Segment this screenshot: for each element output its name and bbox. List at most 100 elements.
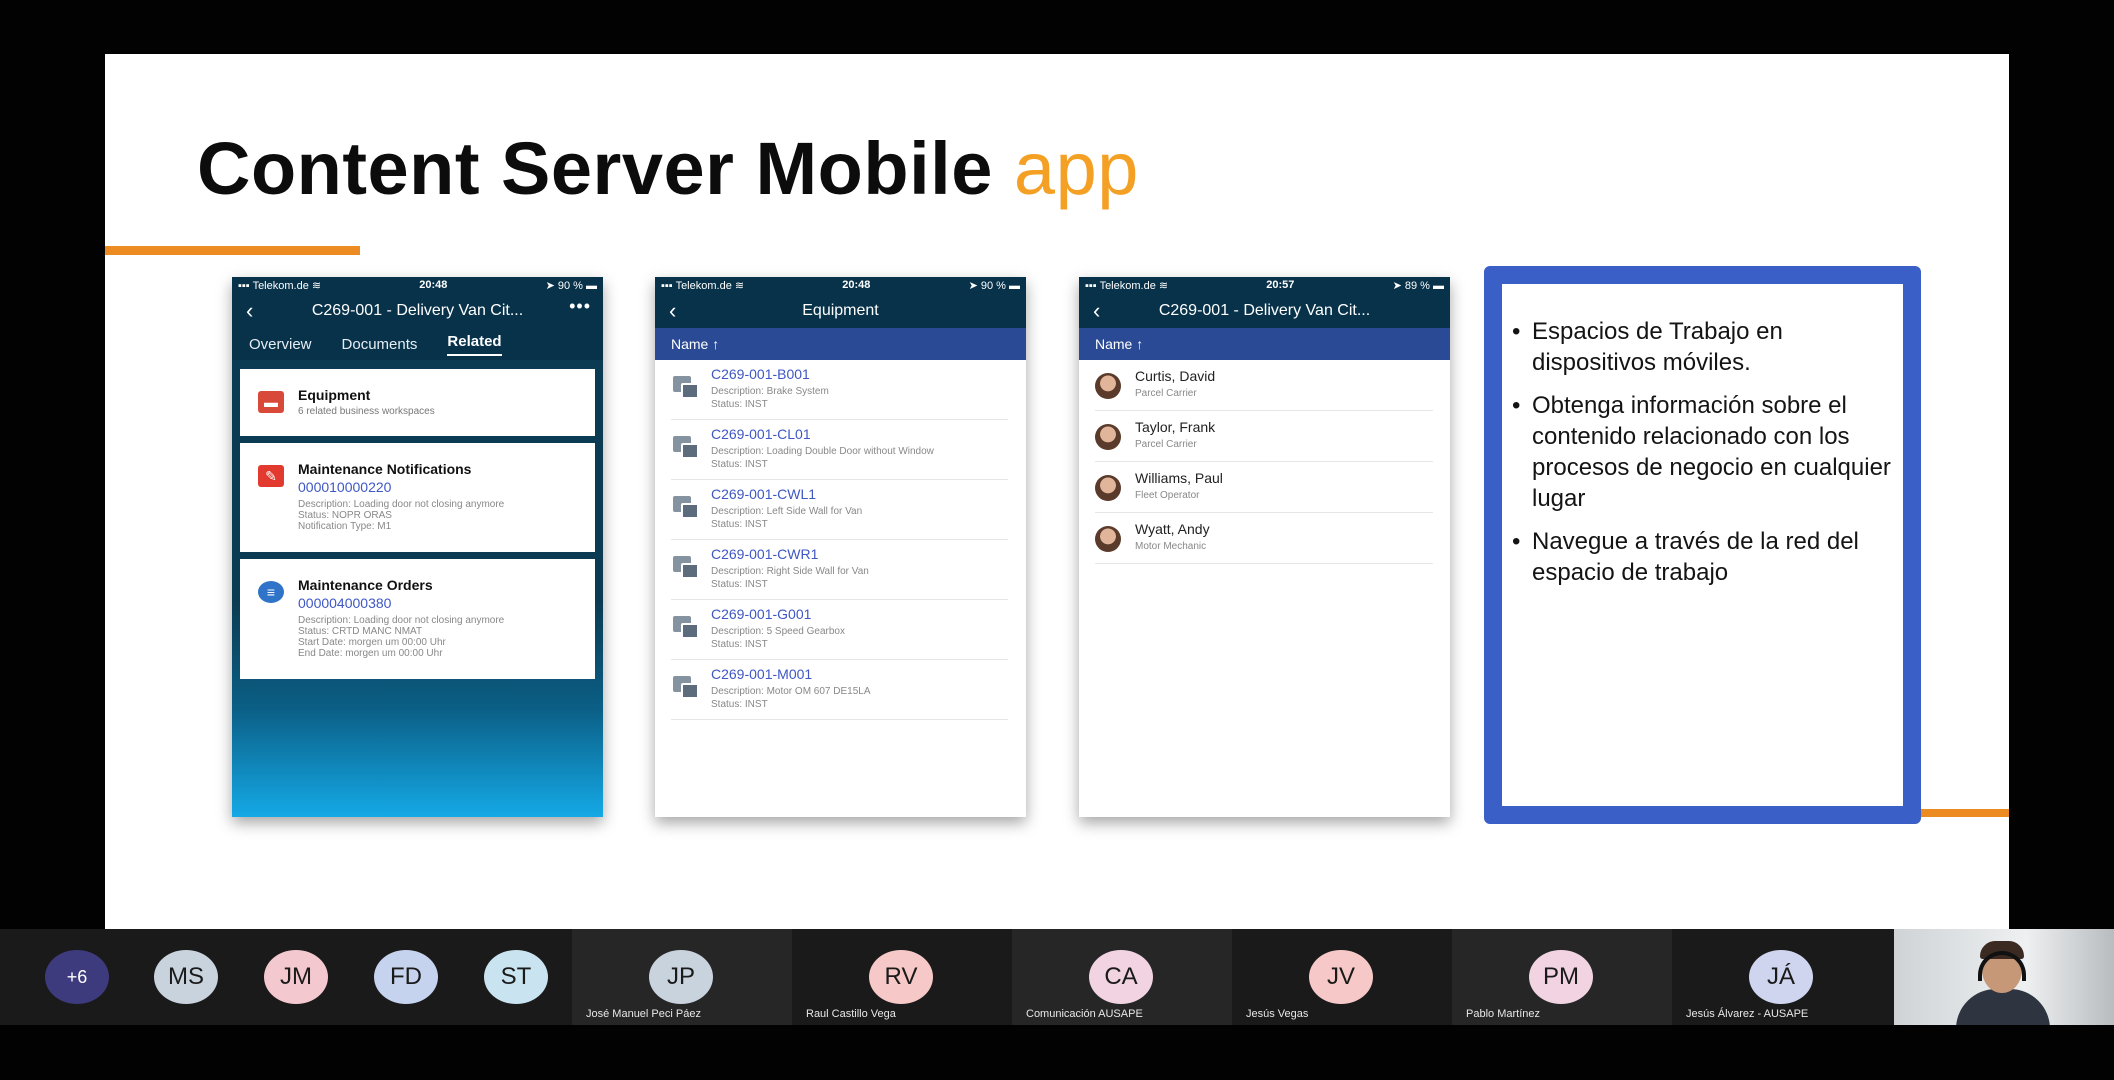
battery-percent: 90 %: [980, 279, 1006, 292]
sort-bar[interactable]: Name ↑: [1079, 328, 1450, 360]
sort-bar[interactable]: Name ↑: [655, 328, 1026, 360]
equipment-description: Description: Loading Double Door without…: [711, 446, 934, 457]
status-bar: ▪▪▪ Telekom.de ≋ 20:48 ➤ 90 % ▬: [655, 277, 1026, 293]
person-role: Parcel Carrier: [1135, 388, 1197, 399]
avatar: [1095, 373, 1121, 399]
equipment-list-item[interactable]: C269-001-CWR1 Description: Right Side Wal…: [671, 540, 1008, 600]
participant-tile[interactable]: JV Jesús Vegas: [1232, 929, 1452, 1025]
tab-related[interactable]: Related: [447, 333, 502, 356]
card-title: Equipment: [298, 387, 371, 403]
location-icon: ➤: [545, 279, 555, 292]
back-chevron-icon[interactable]: ‹: [246, 298, 253, 324]
equipment-list-item[interactable]: C269-001-B001 Description: Brake System St…: [671, 360, 1008, 420]
nav-title: C269-001 - Delivery Van Cit...: [311, 301, 524, 319]
phone-screenshot-related: ▪▪▪ Telekom.de ≋ 20:48 ➤ 90 % ▬ ‹ C269-0…: [232, 277, 603, 817]
card-equipment[interactable]: ▬ Equipment 6 related business workspace…: [240, 369, 595, 436]
participant-name: Comunicación AUSAPE: [1026, 1008, 1143, 1020]
participant-avatar[interactable]: FD: [374, 950, 438, 1004]
tab-documents[interactable]: Documents: [342, 336, 418, 353]
equipment-workspace-icon: [671, 554, 701, 582]
participant-tile[interactable]: RV Raul Castillo Vega: [792, 929, 1012, 1025]
card-line: Status: CRTD MANC NMAT: [298, 626, 423, 637]
equipment-status: Status: INST: [711, 699, 768, 710]
equipment-id[interactable]: C269-001-G001: [711, 606, 811, 622]
person-name: Curtis, David: [1135, 368, 1216, 384]
participant-tile[interactable]: JÁ Jesús Álvarez - AUSAPE: [1672, 929, 1892, 1025]
equipment-id[interactable]: C269-001-CL01: [711, 426, 811, 442]
equipment-id[interactable]: C269-001-M001: [711, 666, 812, 682]
equipment-list-item[interactable]: C269-001-G001 Description: 5 Speed Gearbo…: [671, 600, 1008, 660]
battery-icon: ▬: [585, 279, 597, 292]
equipment-status: Status: INST: [711, 519, 768, 530]
equipment-workspace-icon: [671, 434, 701, 462]
phone-screenshot-equipment: ▪▪▪ Telekom.de ≋ 20:48 ➤ 90 % ▬ ‹ Equipm…: [655, 277, 1026, 817]
card-number[interactable]: 000010000220: [298, 479, 391, 495]
bullet-item: Obtenga información sobre el contenido r…: [1510, 390, 1893, 514]
card-maintenance-notifications[interactable]: ✎ Maintenance Notifications 000010000220…: [240, 443, 595, 552]
participant-name: Jesús Vegas: [1246, 1008, 1309, 1020]
back-chevron-icon[interactable]: ‹: [669, 298, 676, 324]
equipment-status: Status: INST: [711, 579, 768, 590]
wifi-icon: ≋: [734, 279, 745, 292]
participant-tile[interactable]: CA Comunicación AUSAPE: [1012, 929, 1232, 1025]
person-list-item[interactable]: Williams, Paul Fleet Operator: [1095, 462, 1433, 513]
back-chevron-icon[interactable]: ‹: [1093, 298, 1100, 324]
avatar: [1095, 526, 1121, 552]
participant-name: José Manuel Peci Páez: [586, 1008, 701, 1020]
wifi-icon: ≋: [1158, 279, 1169, 292]
nav-title: C269-001 - Delivery Van Cit...: [1158, 301, 1371, 319]
person-name: Wyatt, Andy: [1135, 521, 1210, 537]
carrier-label: Telekom.de: [252, 279, 309, 292]
more-options-icon[interactable]: •••: [569, 296, 591, 317]
person-list-item[interactable]: Taylor, Frank Parcel Carrier: [1095, 411, 1433, 462]
person-list-item[interactable]: Curtis, David Parcel Carrier: [1095, 360, 1433, 411]
person-list-item[interactable]: Wyatt, Andy Motor Mechanic: [1095, 513, 1433, 564]
equipment-list-item[interactable]: C269-001-M001 Description: Motor OM 607 D…: [671, 660, 1008, 720]
equipment-description: Description: Brake System: [711, 386, 829, 397]
equipment-id[interactable]: C269-001-CWR1: [711, 546, 818, 562]
equipment-workspace-icon: [671, 374, 701, 402]
wifi-icon: ≋: [311, 279, 322, 292]
presenter-body: [1956, 989, 2050, 1025]
self-video-tile[interactable]: [1894, 929, 2114, 1025]
participant-tile[interactable]: JP José Manuel Peci Páez: [572, 929, 792, 1025]
participant-tile[interactable]: PM Pablo Martínez: [1452, 929, 1672, 1025]
signal-icon: ▪▪▪: [238, 279, 250, 292]
equipment-list-item[interactable]: C269-001-CWL1 Description: Left Side Wall…: [671, 480, 1008, 540]
participants-strip: +6 MS JM FD ST JP José Manuel Peci Páez RV Raul…: [0, 929, 2114, 1025]
bullet-list: Espacios de Trabajo en dispositivos móvi…: [1502, 284, 1903, 588]
nav-bar: ‹ Equipment: [655, 293, 1026, 328]
status-bar: ▪▪▪ Telekom.de ≋ 20:57 ➤ 89 % ▬: [1079, 277, 1450, 293]
card-maintenance-orders[interactable]: ≡ Maintenance Orders 000004000380 Descri…: [240, 559, 595, 679]
card-line: Description: Loading door not closing an…: [298, 615, 505, 626]
avatar: [1095, 475, 1121, 501]
equipment-list: C269-001-B001 Description: Brake System St…: [655, 360, 1026, 720]
participant-avatar[interactable]: MS: [154, 950, 218, 1004]
more-participants-button[interactable]: +6: [45, 950, 109, 1004]
slide-title: Content Server Mobile app: [197, 126, 1139, 211]
tab-overview[interactable]: Overview: [249, 336, 312, 353]
participant-name: Pablo Martínez: [1466, 1008, 1540, 1020]
participant-avatar[interactable]: JM: [264, 950, 328, 1004]
participant-avatar: CA: [1089, 950, 1153, 1004]
card-number[interactable]: 000004000380: [298, 595, 391, 611]
card-line: Status: NOPR ORAS: [298, 510, 392, 521]
equipment-status: Status: INST: [711, 639, 768, 650]
carrier-label: Telekom.de: [675, 279, 732, 292]
equipment-status: Status: INST: [711, 459, 768, 470]
people-list: Curtis, David Parcel Carrier Taylor, Frank…: [1079, 360, 1450, 564]
equipment-id[interactable]: C269-001-CWL1: [711, 486, 816, 502]
battery-icon: ▬: [1432, 279, 1444, 292]
equipment-description: Description: Motor OM 607 DE15LA: [711, 686, 871, 697]
equipment-description: Description: 5 Speed Gearbox: [711, 626, 845, 637]
equipment-workspace-icon: [671, 614, 701, 642]
equipment-list-item[interactable]: C269-001-CL01 Description: Loading Double…: [671, 420, 1008, 480]
orders-list-icon: ≡: [258, 581, 284, 603]
participant-avatar: RV: [869, 950, 933, 1004]
card-line: Start Date: morgen um 00:00 Uhr: [298, 637, 446, 648]
participant-avatar: PM: [1529, 950, 1593, 1004]
equipment-id[interactable]: C269-001-B001: [711, 366, 810, 382]
equipment-workspace-icon: [671, 494, 701, 522]
signal-icon: ▪▪▪: [1085, 279, 1097, 292]
participant-avatar[interactable]: ST: [484, 950, 548, 1004]
